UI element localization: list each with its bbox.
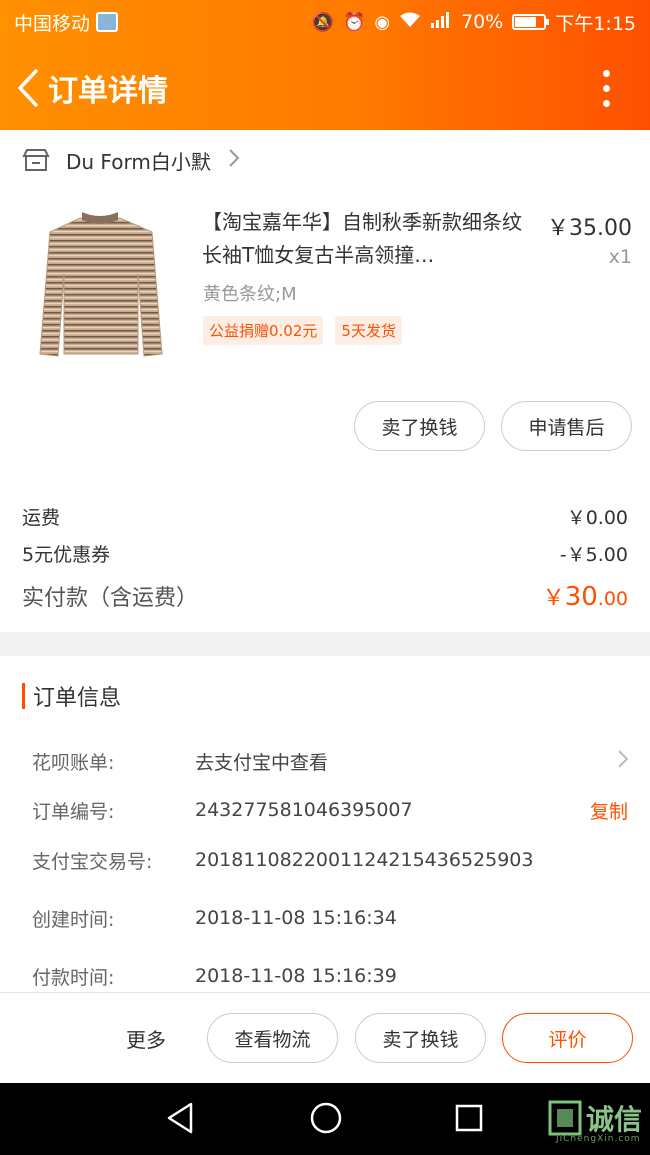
product-quantity: x1 — [608, 246, 632, 268]
info-label: 支付宝交易号: — [32, 850, 153, 873]
copy-button[interactable]: 复制 — [590, 797, 628, 824]
more-button[interactable]: 更多 — [126, 1024, 166, 1053]
battery-percent: 70% — [461, 11, 504, 33]
watermark-logo-icon — [548, 1100, 582, 1136]
view-logistics-button[interactable]: 查看物流 — [207, 1013, 338, 1063]
order-info-heading: 订单信息 — [0, 656, 650, 736]
shipping-time-tag: 5天发货 — [335, 316, 402, 345]
watermark: 诚信 JiChengXin.com — [548, 1098, 642, 1144]
watermark-text: 诚信 — [585, 1103, 642, 1136]
shop-row[interactable]: Du Form白小默 — [0, 130, 650, 190]
carrier-name: 中国移动 — [14, 12, 91, 35]
product-thumbnail[interactable] — [28, 204, 173, 364]
carrier: 中国移动 — [14, 9, 119, 36]
total-label: 实付款（含运费） — [22, 586, 199, 611]
item-actions: 卖了换钱 申请售后 — [354, 401, 632, 451]
total-currency: ￥ — [542, 586, 565, 611]
shop-name: Du Form白小默 — [66, 149, 211, 174]
fee-summary: 运费 ￥0.00 5元优惠券 -￥5.00 实付款（含运费） ￥30.00 — [0, 498, 650, 620]
alarm-icon: ⏰ — [342, 11, 366, 33]
shipping-fee-value: ￥0.00 — [566, 507, 628, 529]
review-button[interactable]: 评价 — [502, 1013, 633, 1063]
after-sale-button[interactable]: 申请售后 — [501, 401, 632, 451]
info-value: 去支付宝中查看 — [195, 751, 329, 774]
order-number-row: 订单编号: 243277581046395007 复制 — [32, 790, 628, 830]
coupon-value: -￥5.00 — [559, 544, 628, 566]
chevron-right-icon — [618, 749, 629, 774]
total-integer: 30 — [564, 582, 598, 612]
eye-comfort-icon: ◉ — [374, 11, 391, 33]
bottom-action-bar: 更多 查看物流 卖了换钱 评价 — [0, 992, 650, 1083]
mute-icon: 🔕 — [311, 11, 334, 33]
coupon-label: 5元优惠券 — [22, 544, 111, 566]
section-accent-bar — [22, 683, 25, 709]
nav-back-icon[interactable] — [165, 1101, 195, 1135]
back-icon[interactable] — [8, 58, 48, 118]
info-value: 243277581046395007 — [195, 799, 413, 821]
coupon-row: 5元优惠券 -￥5.00 — [0, 535, 650, 572]
clock: 下午1:15 — [555, 12, 636, 35]
info-value: 2018-11-08 15:16:39 — [195, 965, 397, 987]
header: 订单详情 — [0, 50, 650, 126]
huabei-row[interactable]: 花呗账单: 去支付宝中查看 — [32, 741, 629, 781]
notification-app-icon — [96, 12, 119, 32]
info-label: 付款时间: — [32, 966, 115, 989]
total-amount: ￥30.00 — [543, 580, 628, 612]
info-label: 订单编号: — [32, 800, 115, 823]
resell-bottom-button[interactable]: 卖了换钱 — [355, 1013, 486, 1063]
info-value: 2018110822001124215436525903 — [195, 849, 534, 871]
order-item[interactable]: 【淘宝嘉年华】自制秋季新款细条纹长袖T恤女复古半高领撞… ￥35.00 x1 黄… — [0, 200, 650, 390]
created-time-row: 创建时间: 2018-11-08 15:16:34 — [32, 898, 628, 938]
nav-home-icon[interactable] — [309, 1101, 343, 1135]
order-info-section: 订单信息 花呗账单: 去支付宝中查看 订单编号: 243277581046395… — [0, 656, 650, 996]
store-icon — [22, 149, 50, 171]
status-bar: 中国移动 🔕 ⏰ ◉ 70% 下午1:15 — [0, 0, 650, 44]
product-sku: 黄色条纹;M — [203, 284, 297, 305]
alipay-trade-row: 支付宝交易号: 2018110822001124215436525903 — [32, 840, 628, 880]
resell-button[interactable]: 卖了换钱 — [354, 401, 485, 451]
paid-time-row: 付款时间: 2018-11-08 15:16:39 — [32, 956, 628, 996]
total-decimal: .00 — [597, 588, 628, 610]
shipping-fee-label: 运费 — [22, 507, 61, 529]
product-price: ￥35.00 — [547, 216, 632, 241]
order-card: Du Form白小默 【淘宝嘉年华】自制秋季新款细条纹长袖T恤女复古半高领撞… … — [0, 130, 650, 632]
info-label: 花呗账单: — [32, 751, 115, 774]
status-icons: 🔕 ⏰ ◉ 70% 下午1:15 — [312, 9, 636, 36]
order-info-title: 订单信息 — [33, 686, 122, 711]
product-title[interactable]: 【淘宝嘉年华】自制秋季新款细条纹长袖T恤女复古半高领撞… — [202, 206, 532, 272]
info-label: 创建时间: — [32, 908, 115, 931]
total-row: 实付款（含运费） ￥30.00 — [0, 572, 650, 620]
shipping-fee-row: 运费 ￥0.00 — [0, 498, 650, 535]
more-options-icon[interactable] — [586, 58, 626, 118]
wifi-icon — [399, 12, 421, 33]
signal-icon — [430, 11, 452, 33]
product-tags: 公益捐赠0.02元 5天发货 — [203, 316, 402, 345]
charity-tag: 公益捐赠0.02元 — [203, 316, 324, 345]
page-title: 订单详情 — [48, 74, 168, 109]
watermark-sub: JiChengXin.com — [555, 1134, 641, 1144]
battery-icon — [512, 14, 550, 30]
chevron-right-icon — [229, 148, 240, 172]
nav-recents-icon[interactable] — [454, 1101, 484, 1135]
info-value: 2018-11-08 15:16:34 — [195, 907, 397, 929]
top-bar: 中国移动 🔕 ⏰ ◉ 70% 下午1:15 订单详情 — [0, 0, 650, 130]
